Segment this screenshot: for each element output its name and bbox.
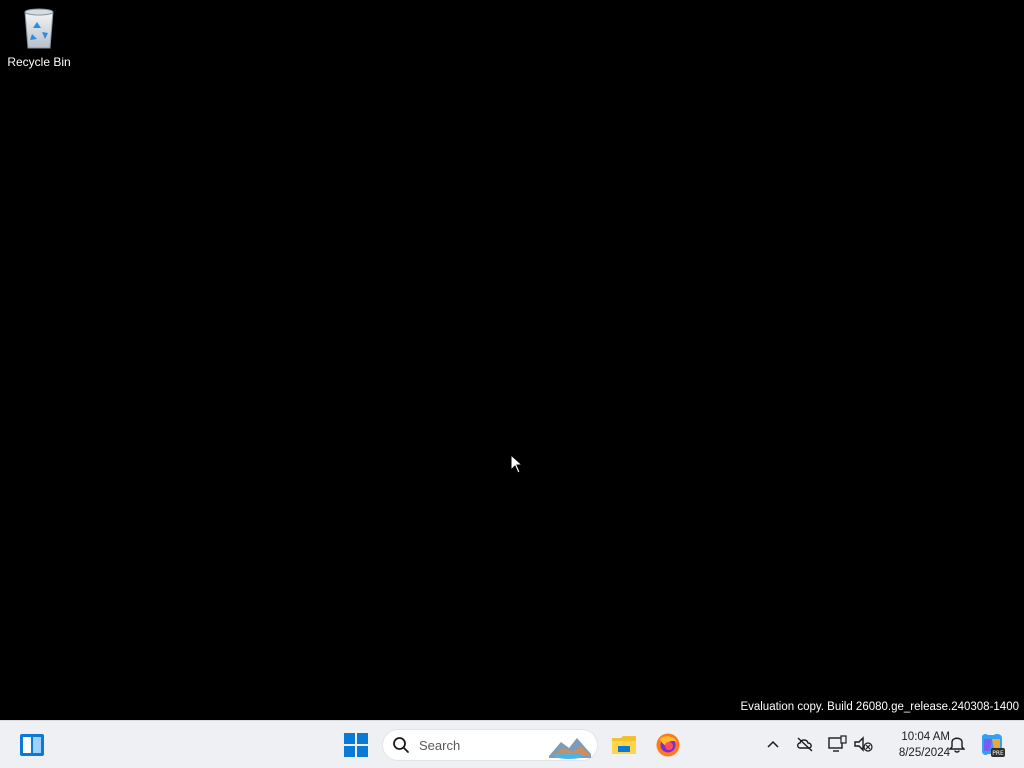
chevron-up-icon bbox=[767, 740, 779, 748]
windows-start-icon bbox=[344, 733, 368, 757]
desktop-icon-recycle-bin[interactable]: Recycle Bin bbox=[4, 6, 74, 76]
network-tray-button[interactable] bbox=[826, 733, 848, 755]
file-explorer-icon bbox=[612, 736, 636, 754]
desktop[interactable]: Recycle Bin Evaluation copy. Build 26080… bbox=[0, 0, 1024, 720]
evaluation-watermark: Evaluation copy. Build 26080.ge_release.… bbox=[740, 701, 1019, 713]
search-icon bbox=[393, 737, 409, 753]
svg-text:PRE: PRE bbox=[992, 750, 1004, 757]
taskbar-app-firefox[interactable] bbox=[648, 725, 688, 765]
clock-date: 8/25/2024 bbox=[898, 747, 950, 759]
show-hidden-icons-button[interactable] bbox=[762, 733, 784, 755]
widgets-icon bbox=[20, 734, 44, 756]
taskbar-clock[interactable]: 10:04 AM 8/25/2024 bbox=[876, 729, 950, 761]
desktop-icon-label: Recycle Bin bbox=[7, 55, 71, 69]
search-highlight-image bbox=[549, 738, 591, 759]
volume-muted-icon bbox=[854, 736, 873, 752]
volume-tray-button[interactable] bbox=[852, 733, 874, 755]
onedrive-tray-button[interactable] bbox=[794, 733, 816, 755]
network-icon bbox=[828, 735, 847, 752]
clock-time: 10:04 AM bbox=[901, 731, 950, 743]
copilot-pre-icon[interactable]: PRE bbox=[978, 731, 1006, 759]
recycle-bin-icon bbox=[24, 8, 54, 49]
taskbar-app-file-explorer[interactable] bbox=[604, 725, 644, 765]
widgets-button[interactable] bbox=[12, 725, 52, 765]
onedrive-offline-icon bbox=[797, 737, 813, 752]
taskbar: Search 10:04 AM 8/25/2024 PRE bbox=[0, 720, 1024, 768]
search-placeholder: Search bbox=[419, 737, 461, 753]
bell-icon bbox=[949, 737, 965, 753]
taskbar-search[interactable]: Search bbox=[382, 729, 598, 761]
firefox-icon bbox=[656, 733, 680, 757]
start-button[interactable] bbox=[336, 725, 376, 765]
notifications-button[interactable] bbox=[946, 733, 968, 755]
mouse-cursor-icon bbox=[510, 454, 524, 474]
